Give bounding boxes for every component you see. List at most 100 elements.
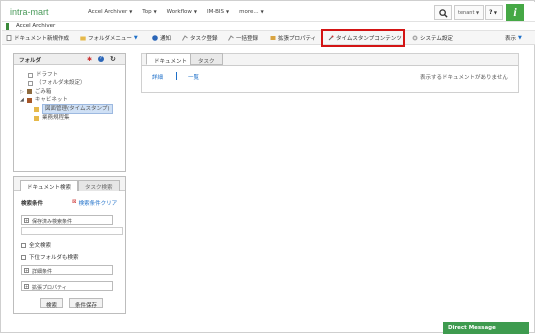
toolbar-label: ドキュメント新規作成 (14, 36, 70, 42)
subfolder-checkbox[interactable]: 下位フォルダも検索 (21, 253, 79, 261)
folder-icon (34, 116, 39, 122)
nav-label: Workflow (166, 9, 192, 15)
field-label: 拡張プロパティ (32, 285, 67, 291)
tree-item-drawing-management[interactable]: 図面管理(タイムスタンプ) (20, 104, 113, 115)
plus-icon: + (24, 218, 29, 223)
tree-label: 業務規程集 (42, 115, 70, 122)
pin-icon[interactable]: ✱ (87, 56, 92, 63)
toolbar-label: 一括登録 (236, 36, 259, 42)
tree-item-regulations[interactable]: 業務規程集 (20, 114, 113, 122)
app-title: Accel Archiver (16, 23, 56, 29)
bulk-icon (228, 35, 234, 41)
folder-menu-button[interactable]: フォルダメニュー ▼ (80, 34, 138, 42)
toolbar-label: 通知 (160, 36, 172, 42)
nav-top[interactable]: Top ▼ (142, 9, 156, 15)
nav-more[interactable]: more... ▼ (239, 9, 264, 15)
list-view-link[interactable]: 一覧 (188, 73, 199, 81)
view-divider (176, 72, 177, 80)
nav-workflow[interactable]: Workflow ▼ (167, 9, 197, 15)
tree-item-draft[interactable]: ドラフト (20, 71, 113, 79)
nav-label: Top (142, 9, 152, 15)
saved-conditions-field[interactable]: + 保存済み検索条件 (21, 215, 113, 225)
help-icon[interactable]: ? (98, 56, 104, 62)
caret-down-icon: ▼ (153, 9, 157, 14)
search-panel: ドキュメント検索 タスク検索 検索条件 ⊠ 検索条件クリア + 保存済み検索条件 全… (13, 176, 126, 314)
app-window: intra-mart Accel Archiver ▼ Top ▼ Workflow… (0, 0, 535, 334)
folder-tree: ドラフト （フォルダ未設定） ▷ ごみ箱 ◢ キャビネット 図面管理(タイムスタンプ… (20, 71, 113, 123)
tree-item-trash[interactable]: ▷ ごみ箱 (20, 88, 113, 96)
clear-icon: ⊠ (72, 199, 77, 205)
fulltext-checkbox[interactable]: 全文検索 (21, 241, 51, 249)
folder-panel-title: フォルダ (19, 58, 42, 64)
refresh-icon[interactable]: ↻ (110, 55, 116, 63)
nav-im-bis[interactable]: IM-BIS ▼ (207, 9, 229, 15)
task-icon (182, 35, 188, 41)
gear-icon (412, 35, 418, 41)
field-label: 保存済み検索条件 (32, 219, 73, 225)
notify-button[interactable]: 通知 (152, 34, 171, 42)
search-button[interactable]: 検索 (40, 298, 64, 309)
tenant-label: tenant (458, 10, 475, 16)
app-mark (6, 23, 9, 30)
caret-down-icon: ▼ (476, 10, 480, 15)
search-conditions-label: 検索条件 (21, 201, 44, 207)
folder-panel: フォルダ ✱ ? ↻ ドラフト （フォルダ未設定） ▷ ごみ箱 ◢ キャビネット 図… (13, 53, 126, 172)
direct-message-button[interactable]: Direct Message (443, 322, 529, 334)
tenant-menu[interactable]: tenant ▼ (454, 5, 484, 20)
tree-item-unassigned[interactable]: （フォルダ未設定） (20, 79, 113, 87)
detail-view-link[interactable]: 詳細 (152, 73, 163, 81)
system-settings-button[interactable]: システム設定 (412, 34, 453, 42)
checkbox-label: 下位フォルダも検索 (29, 255, 79, 261)
info-logo-icon[interactable]: i (506, 4, 524, 21)
plus-icon: + (24, 268, 29, 273)
chevron-down-icon: ▼ (518, 35, 522, 41)
nav-label: IM-BIS (207, 9, 225, 15)
expand-icon[interactable]: ▷ (20, 88, 24, 96)
toolbar-label: 拡張プロパティ (278, 36, 317, 42)
toolbar-label: 表示 (505, 36, 517, 42)
nav-label: Accel Archiver (88, 9, 128, 15)
toolbar-label: フォルダメニュー (88, 36, 132, 42)
tree-label: ドラフト (36, 72, 59, 78)
app-title-bar: Accel Archiver (2, 22, 535, 31)
cabinet-icon (26, 97, 32, 103)
search-tabs-bar: ドキュメント検索 タスク検索 (14, 177, 125, 191)
extended-property-button[interactable]: 拡張プロパティ (270, 34, 316, 42)
tab-document-search[interactable]: ドキュメント検索 (20, 180, 79, 191)
collapse-icon[interactable]: ◢ (20, 96, 24, 104)
folder-icon (80, 36, 86, 41)
checkbox-label: 全文検索 (29, 243, 52, 249)
clear-label: 検索条件クリア (78, 201, 118, 207)
folder-icon (34, 106, 39, 112)
nav-accel-archiver[interactable]: Accel Archiver ▼ (88, 9, 132, 15)
save-conditions-button[interactable]: 条件保存 (69, 298, 104, 309)
plus-icon: + (24, 284, 29, 289)
extended-property-field[interactable]: + 拡張プロパティ (21, 281, 113, 291)
search-text-input[interactable] (21, 227, 123, 235)
tab-task[interactable]: タスク (190, 53, 223, 65)
tab-task-search[interactable]: タスク検索 (78, 180, 120, 191)
tree-label: （フォルダ未設定） (36, 80, 86, 87)
detail-conditions-field[interactable]: + 詳細条件 (21, 265, 113, 275)
toolbar-label: システム設定 (420, 36, 453, 42)
help-menu[interactable]: ? ▼ (485, 5, 503, 20)
tree-item-cabinet[interactable]: ◢ キャビネット (20, 96, 113, 104)
caret-down-icon: ▼ (492, 10, 497, 15)
new-document-button[interactable]: ドキュメント新規作成 (6, 34, 69, 42)
bulk-register-button[interactable]: 一括登録 (228, 34, 258, 42)
tab-document[interactable]: ドキュメント (146, 53, 196, 65)
search-tabs: ドキュメント検索 タスク検索 (20, 180, 120, 191)
caret-down-icon: ▼ (129, 9, 133, 14)
search-icon (439, 9, 448, 18)
field-label: 詳細条件 (32, 269, 53, 275)
tree-label: ごみ箱 (34, 88, 52, 95)
caret-down-icon: ▼ (260, 9, 264, 14)
clear-conditions-link[interactable]: ⊠ 検索条件クリア (72, 199, 117, 207)
brand-logo[interactable]: intra-mart (10, 7, 49, 17)
property-icon (270, 36, 276, 40)
checkbox-icon (21, 255, 26, 260)
search-button[interactable] (434, 5, 452, 20)
display-menu-button[interactable]: 表示 ▼ (505, 34, 522, 42)
empty-message: 表示するドキュメントがありません (420, 75, 508, 81)
task-register-button[interactable]: タスク登録 (182, 34, 218, 42)
